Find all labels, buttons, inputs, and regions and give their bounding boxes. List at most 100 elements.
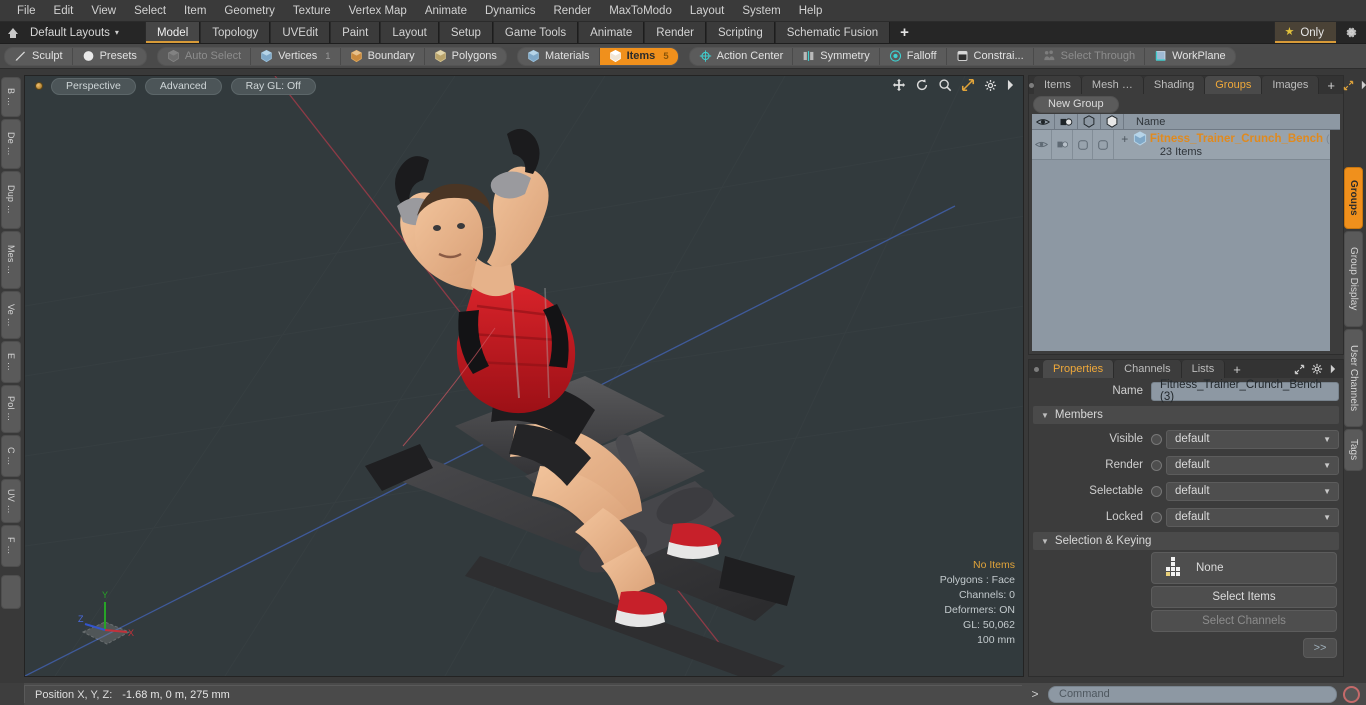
- menu-item-edit[interactable]: Edit: [45, 2, 83, 20]
- menu-item-item[interactable]: Item: [175, 2, 215, 20]
- zoom-icon[interactable]: [938, 78, 952, 92]
- presets-button[interactable]: Presets: [73, 48, 146, 65]
- tab-render[interactable]: Render: [644, 22, 706, 43]
- only-toggle-button[interactable]: ★ Only: [1274, 22, 1336, 43]
- menu-item-texture[interactable]: Texture: [284, 2, 340, 20]
- members-section-header[interactable]: ▼ Members: [1033, 406, 1339, 424]
- viewport-shading-dropdown[interactable]: Advanced: [144, 77, 222, 95]
- group-list-body[interactable]: + Fitness_Trainer_Crunch_Bench (… 23 Ite…: [1032, 130, 1340, 351]
- add-tab-button[interactable]: +: [890, 22, 919, 43]
- locked-dropdown[interactable]: default ▼: [1166, 507, 1339, 527]
- menu-item-animate[interactable]: Animate: [416, 2, 476, 20]
- select-items-button[interactable]: Select Items: [1151, 586, 1337, 608]
- panel-tab-mesh[interactable]: Mesh …: [1081, 76, 1144, 94]
- left-tab-mesh-edit[interactable]: Mes …: [1, 231, 21, 289]
- menu-item-vertex-map[interactable]: Vertex Map: [340, 2, 416, 20]
- column-locked[interactable]: [1101, 114, 1124, 129]
- menu-item-geometry[interactable]: Geometry: [215, 2, 284, 20]
- left-tab-curve[interactable]: C …: [1, 435, 21, 477]
- left-tab-falloff[interactable]: F …: [1, 525, 21, 567]
- viewport-raygl-dropdown[interactable]: Ray GL: Off: [230, 77, 316, 95]
- status-bar-handle[interactable]: [0, 683, 24, 705]
- falloff-button[interactable]: Falloff: [880, 47, 947, 65]
- column-visibility[interactable]: [1032, 114, 1055, 129]
- menu-item-system[interactable]: System: [733, 2, 789, 20]
- row-render-toggle[interactable]: [1052, 130, 1073, 159]
- group-list-empty-area[interactable]: [1032, 161, 1340, 351]
- left-tab-basic[interactable]: B …: [1, 77, 21, 117]
- tab-schematic-fusion[interactable]: Schematic Fusion: [774, 22, 891, 43]
- rotate-icon[interactable]: [915, 78, 929, 92]
- row-visibility-toggle[interactable]: [1032, 130, 1053, 159]
- panel-add-tab-button[interactable]: +: [1319, 76, 1343, 94]
- selection-keying-section-header[interactable]: ▼ Selection & Keying: [1033, 532, 1339, 550]
- left-tab-duplicate[interactable]: Dup …: [1, 171, 21, 229]
- render-dropdown[interactable]: default ▼: [1166, 455, 1339, 475]
- side-tab-user-channels[interactable]: User Channels: [1344, 329, 1363, 427]
- tab-scripting[interactable]: Scripting: [705, 22, 775, 43]
- home-button[interactable]: [0, 22, 26, 43]
- selectable-radio[interactable]: [1151, 485, 1162, 497]
- viewport-projection-dropdown[interactable]: Perspective: [51, 77, 136, 95]
- more-options-button[interactable]: >>: [1303, 638, 1337, 658]
- viewport-3d[interactable]: Perspective Advanced Ray GL: Off No Item…: [24, 75, 1024, 677]
- tab-layout[interactable]: Layout: [380, 22, 439, 43]
- visible-dropdown[interactable]: default ▼: [1166, 429, 1339, 449]
- table-row[interactable]: + Fitness_Trainer_Crunch_Bench (… 23 Ite…: [1032, 130, 1340, 160]
- fit-icon[interactable]: [961, 78, 975, 92]
- selectable-dropdown[interactable]: default ▼: [1166, 481, 1339, 501]
- symmetry-button[interactable]: Symmetry: [793, 47, 880, 65]
- panel-tab-images[interactable]: Images: [1262, 76, 1320, 94]
- left-tab-deform[interactable]: De …: [1, 119, 21, 169]
- record-icon[interactable]: [1343, 685, 1360, 703]
- render-radio[interactable]: [1151, 459, 1162, 471]
- selection-set-field[interactable]: None: [1151, 552, 1337, 584]
- default-layouts-dropdown[interactable]: Default Layouts ▾: [26, 22, 129, 43]
- panel-tab-properties[interactable]: Properties: [1043, 360, 1115, 378]
- row-locked-toggle[interactable]: [1093, 130, 1114, 159]
- select-through-button[interactable]: Select Through: [1034, 47, 1146, 65]
- tab-uvedit[interactable]: UVEdit: [270, 22, 331, 43]
- tab-paint[interactable]: Paint: [330, 22, 381, 43]
- panel-menu-dot-icon[interactable]: [1029, 360, 1043, 378]
- menu-item-dynamics[interactable]: Dynamics: [476, 2, 544, 20]
- locked-radio[interactable]: [1151, 511, 1162, 523]
- tab-topology[interactable]: Topology: [200, 22, 271, 43]
- workplane-button[interactable]: WorkPlane: [1145, 48, 1235, 65]
- left-tab-vertex[interactable]: Ve …: [1, 291, 21, 339]
- gear-icon[interactable]: [984, 79, 997, 92]
- menu-item-view[interactable]: View: [82, 2, 125, 20]
- viewport-indicator-icon[interactable]: [35, 82, 43, 90]
- visible-radio[interactable]: [1151, 433, 1162, 445]
- group-list-scrollbar[interactable]: [1330, 130, 1340, 351]
- vertices-button[interactable]: Vertices 1: [251, 47, 341, 65]
- menu-item-layout[interactable]: Layout: [681, 2, 734, 20]
- menu-item-maxtomodo[interactable]: MaxToModo: [600, 2, 681, 20]
- action-center-button[interactable]: Action Center: [690, 47, 794, 65]
- panel-tab-channels[interactable]: Channels: [1114, 360, 1182, 378]
- side-tab-groups[interactable]: Groups: [1344, 167, 1363, 229]
- command-input[interactable]: Command: [1048, 685, 1337, 703]
- panel-tab-groups[interactable]: Groups: [1205, 76, 1263, 94]
- tab-game-tools[interactable]: Game Tools: [492, 22, 579, 43]
- expand-icon[interactable]: [1294, 364, 1305, 375]
- row-name-cell[interactable]: + Fitness_Trainer_Crunch_Bench (… 23 Ite…: [1114, 130, 1340, 159]
- menu-item-file[interactable]: File: [8, 2, 45, 20]
- polygons-button[interactable]: Polygons: [425, 48, 506, 65]
- left-tab-uv[interactable]: UV …: [1, 479, 21, 523]
- left-tab-polygon[interactable]: Pol …: [1, 385, 21, 433]
- panel-tab-lists[interactable]: Lists: [1181, 360, 1226, 378]
- items-button[interactable]: Items 5: [599, 47, 678, 65]
- tab-model[interactable]: Model: [144, 22, 201, 43]
- menu-item-help[interactable]: Help: [790, 2, 832, 20]
- side-tab-tags[interactable]: Tags: [1344, 429, 1363, 471]
- panel-tab-shading[interactable]: Shading: [1143, 76, 1206, 94]
- column-selectable[interactable]: [1078, 114, 1101, 129]
- column-render[interactable]: [1055, 114, 1078, 129]
- menu-item-render[interactable]: Render: [544, 2, 600, 20]
- row-selectable-toggle[interactable]: [1073, 130, 1094, 159]
- chevron-right-icon[interactable]: [1006, 79, 1015, 91]
- constraint-button[interactable]: Constrai...: [947, 47, 1034, 65]
- new-group-button[interactable]: New Group: [1033, 95, 1119, 113]
- side-tab-group-display[interactable]: Group Display: [1344, 231, 1363, 327]
